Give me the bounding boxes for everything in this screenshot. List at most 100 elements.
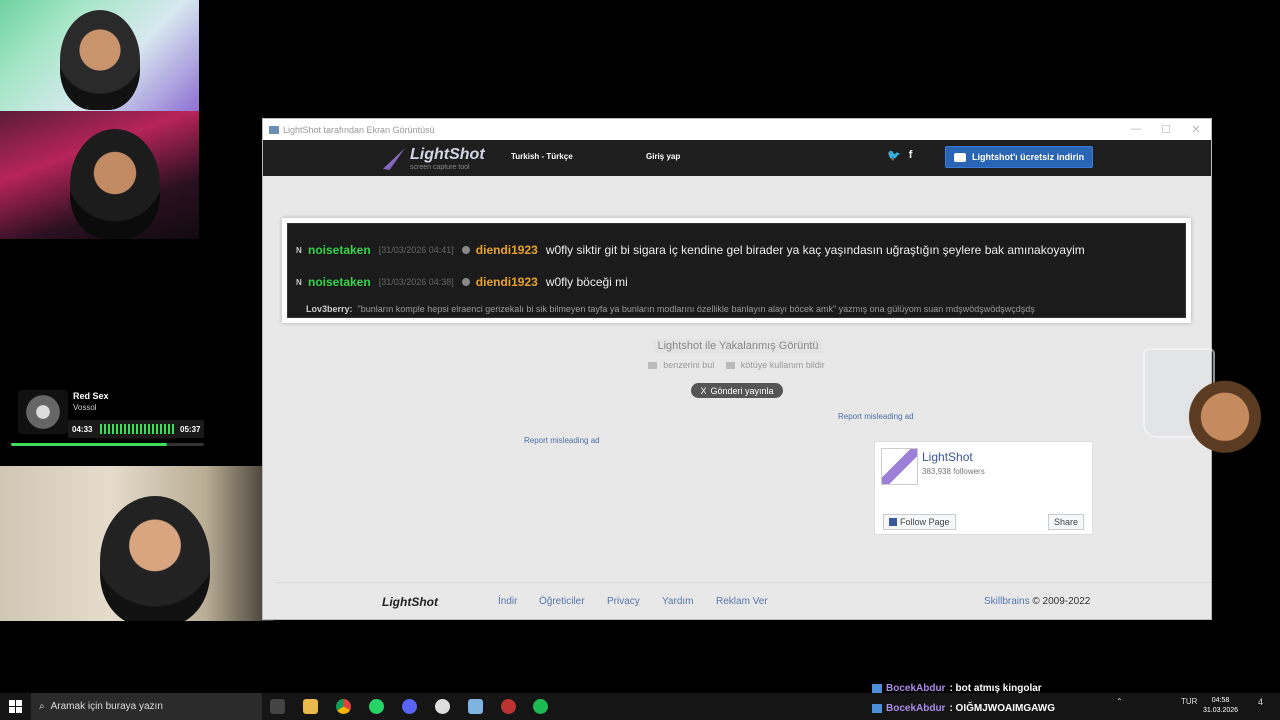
find-similar-label: benzerini bul: [663, 360, 715, 370]
minimize-button[interactable]: —: [1121, 123, 1151, 136]
webcam-bottom: [0, 466, 274, 621]
browser-window: LightShot tarafından Ekran Görüntüsü — ☐…: [262, 118, 1212, 620]
chat-reply: Lov3berry: "bunların komple hepsi elraen…: [296, 298, 1177, 320]
facebook-icon[interactable]: f: [909, 149, 913, 162]
x-logo-icon: X: [700, 385, 707, 396]
overlay-chat-message: : OIĞMJWOAIMGAWG: [949, 703, 1055, 714]
facebook-page-widget: LightShot 383,938 followers Follow Page …: [874, 441, 1093, 535]
fb-followers: 383,938 followers: [922, 467, 985, 476]
login-link[interactable]: Giriş yap: [646, 152, 680, 161]
follow-label: Follow Page: [900, 517, 950, 527]
report-ad-link[interactable]: Report misleading ad: [524, 436, 600, 445]
reply-username: Lov3berry:: [306, 304, 353, 314]
album-art: [18, 390, 68, 434]
footer-logo[interactable]: LightShot: [382, 595, 438, 609]
page-avatar[interactable]: [881, 448, 918, 485]
camera-icon: [648, 362, 658, 370]
now-playing-widget: Red Sex Vossol 04:33 05:37: [10, 388, 205, 446]
target-icon: [461, 278, 470, 286]
skillbrains-link[interactable]: Skillbrains: [984, 596, 1030, 607]
window-titlebar: LightShot tarafından Ekran Görüntüsü — ☐…: [263, 119, 1211, 140]
clock-time: 04:58: [1211, 697, 1230, 704]
chat-user-icon: [872, 684, 882, 693]
track-total: 05:37: [180, 425, 201, 434]
tray-overflow-icon[interactable]: ⌃: [1116, 697, 1123, 706]
chat-user-icon: [872, 704, 882, 713]
language-indicator[interactable]: TUR: [1181, 697, 1197, 706]
follow-page-button[interactable]: Follow Page: [883, 514, 956, 530]
footer-link-download[interactable]: İndir: [498, 596, 517, 607]
copyright-years: © 2009-2022: [1032, 596, 1091, 607]
search-icon: ⌕: [39, 701, 45, 712]
taskbar-clock[interactable]: 04:58 31.03.2026: [1203, 696, 1238, 716]
reply-text: "bunların komple hepsi elraenci gerizeka…: [357, 304, 1035, 314]
target-icon: [461, 246, 470, 254]
footer-link-privacy[interactable]: Privacy: [607, 596, 640, 607]
flag-icon: [725, 362, 735, 370]
obs-icon[interactable]: [435, 699, 450, 714]
webcam-top: [0, 0, 199, 111]
webcam-middle: [0, 111, 199, 239]
file-explorer-icon[interactable]: [303, 699, 318, 714]
recorder-icon[interactable]: [501, 699, 516, 714]
task-view-icon[interactable]: [270, 699, 285, 714]
chat-target: diendi1923: [475, 275, 538, 289]
window-app-icon: [269, 125, 279, 134]
search-placeholder: Aramak için buraya yazın: [50, 701, 163, 712]
logo-name: LightShot: [410, 146, 485, 163]
footer-link-help[interactable]: Yardım: [662, 596, 694, 607]
discord-icon[interactable]: [402, 699, 417, 714]
maximize-button[interactable]: ☐: [1151, 123, 1181, 136]
windows-taskbar: ⌕ Aramak için buraya yazın ⌃ TUR 04:58 3…: [0, 693, 1280, 720]
find-similar-link[interactable]: benzerini bul: [648, 360, 717, 370]
chat-username: noisetaken: [308, 275, 371, 289]
chat-timestamp: [31/03/2026 04:41]: [378, 245, 454, 255]
user-badge: N: [296, 277, 302, 287]
start-button[interactable]: [9, 700, 22, 713]
camera-icon: [954, 152, 966, 162]
report-abuse-label: kötüye kullanım bildir: [740, 360, 825, 370]
close-button[interactable]: ✕: [1181, 123, 1211, 136]
chat-message: w0fly böceği mi: [545, 275, 628, 289]
user-badge: N: [296, 245, 302, 255]
chat-log: N noisetaken [31/03/2026 04:41] diendi19…: [287, 223, 1186, 318]
taskbar-search[interactable]: ⌕ Aramak için buraya yazın: [31, 693, 262, 720]
captured-screenshot[interactable]: N noisetaken [31/03/2026 04:41] diendi19…: [282, 218, 1191, 323]
post-button[interactable]: X Gönderi yayınla: [691, 383, 783, 398]
logo-subtitle: screen capture tool: [410, 164, 470, 171]
fb-page-name[interactable]: LightShot: [922, 450, 973, 464]
track-elapsed: 04:33: [72, 425, 93, 434]
language-selector[interactable]: Turkish - Türkçe: [511, 152, 573, 161]
share-button[interactable]: Share: [1047, 514, 1084, 530]
chat-line: N noisetaken [31/03/2026 04:38] diendi19…: [296, 266, 1177, 298]
track-artist: Vossol: [73, 403, 97, 412]
streamer-figure: [60, 10, 140, 110]
track-progress-bar: [11, 443, 204, 446]
page-content: N noisetaken [31/03/2026 04:41] diendi19…: [263, 176, 1211, 619]
footer-link-tutorials[interactable]: Öğreticiler: [539, 596, 585, 607]
spotify-icon[interactable]: [533, 699, 548, 714]
image-actions: benzerini bul kötüye kullanım bildir: [263, 360, 1211, 370]
window-title: LightShot tarafından Ekran Görüntüsü: [283, 124, 435, 135]
overlay-chat-line: BocekAbdur : OIĞMJWOAIMGAWG: [872, 703, 1055, 714]
site-footer: LightShot İndir Öğreticiler Privacy Yard…: [276, 582, 1211, 619]
download-button[interactable]: Lightshot'ı ücretsiz indirin: [945, 146, 1093, 168]
notification-center-icon[interactable]: 4: [1258, 697, 1263, 707]
footer-link-advertise[interactable]: Reklam Ver: [716, 596, 768, 607]
download-button-label: Lightshot'ı ücretsiz indirin: [972, 152, 1085, 162]
copyright: Skillbrains © 2009-2022: [984, 596, 1090, 607]
notepad-icon[interactable]: [468, 699, 483, 714]
overlay-chat-user: BocekAbdur: [886, 703, 946, 714]
chrome-icon[interactable]: [336, 699, 351, 714]
report-abuse-link[interactable]: kötüye kullanım bildir: [725, 360, 828, 370]
chat-line: N noisetaken [31/03/2026 04:41] diendi19…: [296, 234, 1177, 266]
image-caption: Lightshot ile Yakalanmış Görüntü: [653, 339, 823, 353]
twitter-icon[interactable]: 🐦: [887, 149, 901, 162]
site-navbar: LightShot screen capture tool Turkish - …: [263, 140, 1211, 176]
track-progress-fill: [11, 443, 168, 446]
post-button-label: Gönderi yayınla: [710, 385, 774, 396]
report-ad-link[interactable]: Report misleading ad: [838, 412, 914, 421]
chat-target: diendi1923: [475, 243, 538, 257]
whatsapp-icon[interactable]: [369, 699, 384, 714]
chat-message: w0fly siktir git bi sigara iç kendine ge…: [545, 243, 1085, 257]
